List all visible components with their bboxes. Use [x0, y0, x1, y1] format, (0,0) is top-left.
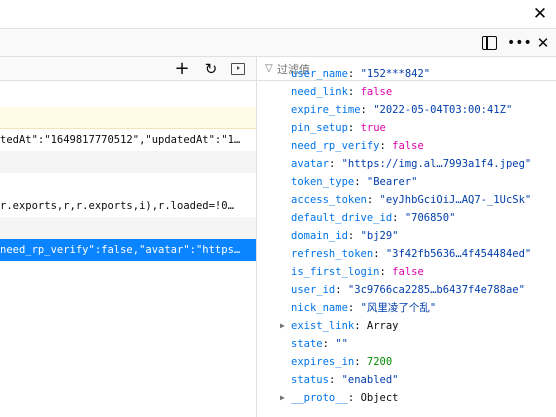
property-key: need_link [291, 86, 348, 98]
property-value: "enabled" [341, 374, 399, 386]
property-key: user_id [291, 284, 336, 296]
storage-row[interactable] [0, 217, 256, 239]
property-row: token_type: "Bearer" [291, 176, 418, 188]
property-row[interactable]: ▶ exist_link: Array [257, 317, 556, 335]
property-value: Array [366, 320, 399, 332]
property-key: need_rp_verify [291, 140, 380, 152]
property-value: 7200 [366, 356, 393, 368]
property-value: false [360, 86, 393, 98]
property-row: refresh_token: "3f42fb5636…4f454484ed" [291, 248, 532, 260]
property-value: "706850" [404, 212, 456, 224]
property-key: token_type [291, 176, 355, 188]
dock-side-icon[interactable] [482, 36, 497, 50]
property-row: access_token: "eyJhbGciOiJ…AQ7-_1UcSk" [291, 194, 532, 206]
property-key: user_name [291, 68, 348, 80]
storage-row[interactable]: need_rp_verify":false,"avatar":"https… [0, 239, 256, 261]
toggle-sidebar-icon[interactable] [231, 63, 245, 75]
property-value: "" [335, 338, 348, 350]
refresh-icon[interactable]: ↻ [202, 60, 220, 78]
property-row: need_rp_verify: false [291, 140, 424, 152]
property-row: is_first_login: false [291, 266, 424, 278]
property-value: "Bearer" [366, 176, 418, 188]
property-key: pin_setup [291, 122, 348, 134]
storage-row[interactable] [0, 107, 256, 129]
property-key: domain_id [291, 230, 348, 242]
storage-row[interactable]: r.exports,r,r.exports,i),r.loaded=!0… [0, 195, 256, 217]
devtools-toolbar: ••• ✕ [0, 28, 556, 57]
property-value: "3f42fb5636…4f454484ed" [385, 248, 532, 260]
property-row: avatar: "https://img.al…7993a1f4.jpeg" [291, 158, 532, 170]
property-value: false [392, 266, 424, 278]
property-row: user_id: "3c9766ca2285…b6437f4e788ae" [291, 284, 525, 296]
expand-arrow-icon[interactable]: ▶ [280, 317, 290, 335]
property-row: status: "enabled" [291, 374, 399, 386]
property-row: expires_in: 7200 [291, 356, 393, 368]
property-row: user_name: "152***842" [291, 68, 431, 80]
property-key: expires_in [291, 356, 355, 368]
property-key: default_drive_id [291, 212, 393, 224]
property-row: default_drive_id: "706850" [291, 212, 456, 224]
property-key: access_token [291, 194, 367, 206]
storage-row[interactable] [0, 173, 256, 195]
property-value: "bj29" [360, 230, 399, 242]
storage-row[interactable]: tedAt":"1649817770512","updatedAt":"1… [0, 129, 256, 151]
object-inspector-pane: ▽ user_name: "152***842"need_link: false… [257, 57, 556, 417]
property-value: "风里凌了个乱" [360, 302, 437, 314]
window-close-icon[interactable]: ✕ [530, 4, 550, 24]
expand-arrow-icon[interactable]: ▶ [280, 389, 290, 407]
property-key: exist_link [291, 320, 355, 332]
property-value: Object [360, 392, 399, 404]
property-value: "https://img.al…7993a1f4.jpeg" [341, 158, 532, 170]
property-key: avatar [291, 158, 329, 170]
property-row: pin_setup: true [291, 122, 386, 134]
property-key: is_first_login [291, 266, 380, 278]
property-key: expire_time [291, 104, 361, 116]
property-value: false [392, 140, 424, 152]
storage-toolbar: + ↻ [0, 57, 256, 81]
property-value: "152***842" [360, 68, 431, 80]
storage-table-pane: + ↻ tedAt":"1649817770512","updatedAt":"… [0, 57, 256, 417]
property-list: user_name: "152***842" need_link: false ex… [257, 57, 556, 417]
devtools-close-icon[interactable]: ✕ [535, 33, 551, 53]
property-row: expire_time: "2022-05-04T03:00:41Z" [291, 104, 513, 116]
property-row: state: "" [291, 338, 348, 350]
add-item-icon[interactable]: + [173, 60, 191, 78]
property-value: "3c9766ca2285…b6437f4e788ae" [347, 284, 525, 296]
property-row: need_link: false [291, 86, 393, 98]
property-key: nick_name [291, 302, 348, 314]
property-row: domain_id: "bj29" [291, 230, 399, 242]
property-key: refresh_token [291, 248, 374, 260]
property-key: state [291, 338, 323, 350]
property-key: __proto__ [291, 392, 348, 404]
window-titlebar: ✕ [0, 0, 556, 28]
storage-row[interactable] [0, 151, 256, 173]
property-row: nick_name: "风里凌了个乱" [291, 302, 437, 314]
property-value: "eyJhbGciOiJ…AQ7-_1UcSk" [379, 194, 532, 206]
property-row[interactable]: ▶ __proto__: Object [257, 389, 556, 407]
property-value: true [360, 122, 386, 134]
more-options-icon[interactable]: ••• [507, 34, 532, 52]
property-key: status [291, 374, 329, 386]
property-value: "2022-05-04T03:00:41Z" [373, 104, 513, 116]
